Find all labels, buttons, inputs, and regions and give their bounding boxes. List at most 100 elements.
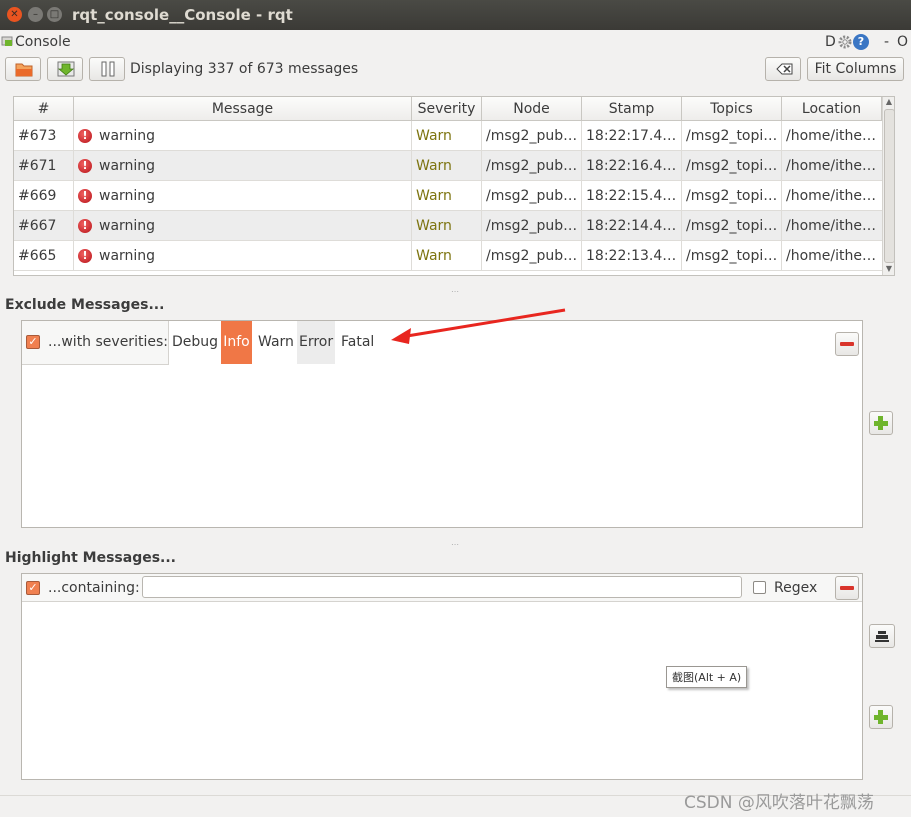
header-id[interactable]: #: [14, 97, 74, 121]
message-text: warning: [99, 158, 156, 174]
close-plugin-button[interactable]: O: [897, 34, 908, 50]
pause-button[interactable]: [89, 57, 125, 81]
header-severity[interactable]: Severity: [412, 97, 482, 121]
cell-node: /msg2_pub…: [482, 151, 582, 181]
header-topics[interactable]: Topics: [682, 97, 782, 121]
highlight-filter-row: ✓ ...containing: Regex: [22, 574, 862, 602]
header-message[interactable]: Message: [74, 97, 412, 121]
splitter-handle[interactable]: ⋯: [451, 287, 459, 296]
window-titlebar: ✕ – □ rqt_console__Console - rqt: [0, 0, 911, 30]
cell-message: ! warning: [74, 151, 412, 181]
cell-location: /home/ithe…: [786, 158, 876, 174]
cell-location: /home/ithe…: [786, 188, 876, 204]
cell-node: /msg2_pub…: [482, 241, 582, 271]
severity-fatal[interactable]: Fatal: [339, 321, 376, 364]
cell-stamp: 18:22:15.4…: [582, 181, 682, 211]
cell-message: ! warning: [74, 211, 412, 241]
warning-icon: !: [78, 129, 92, 143]
screenshot-tooltip: 截图(Alt + A): [666, 666, 748, 688]
exclude-filter-checkbox[interactable]: ✓: [26, 335, 40, 349]
filter-icon: [875, 631, 889, 642]
cell-stamp: 18:22:13.4…: [582, 241, 682, 271]
cell-node: /msg2_pub…: [482, 181, 582, 211]
gear-icon[interactable]: [837, 34, 853, 50]
table-scrollbar[interactable]: ▲ ▼: [882, 97, 894, 275]
scroll-thumb[interactable]: [884, 109, 894, 263]
header-location[interactable]: Location: [782, 97, 882, 121]
cell-id: #669: [14, 181, 74, 211]
cell-message: ! warning: [74, 121, 412, 151]
clear-icon: [776, 63, 793, 75]
scroll-down-icon[interactable]: ▼: [883, 264, 894, 274]
table-row[interactable]: #671 ! warning Warn /msg2_pub… 18:22:16.4…: [14, 151, 882, 181]
highlight-filter-checkbox[interactable]: ✓: [26, 581, 40, 595]
annotation-arrow-icon: [391, 308, 566, 344]
table-row[interactable]: #669 ! warning Warn /msg2_pub… 18:22:15.4…: [14, 181, 882, 211]
cell-severity: Warn: [412, 151, 482, 181]
remove-highlight-filter-button[interactable]: [835, 576, 859, 600]
regex-label: Regex: [774, 580, 818, 596]
plus-icon-bar: [878, 710, 883, 724]
debug-label[interactable]: D: [825, 34, 836, 50]
cell-topics: /msg2_topi…: [682, 121, 782, 151]
header-stamp[interactable]: Stamp: [582, 97, 682, 121]
cell-location: /home/ithe…: [786, 128, 876, 144]
pause-icon: [101, 61, 115, 77]
table-row[interactable]: #665 ! warning Warn /msg2_pub… 18:22:13.4…: [14, 241, 882, 271]
watermark: CSDN @风吹落叶花飘荡: [684, 793, 874, 813]
fit-columns-button[interactable]: Fit Columns: [807, 57, 904, 81]
cell-severity: Warn: [412, 121, 482, 151]
cell-stamp: 18:22:16.4…: [582, 151, 682, 181]
plugin-title: Console: [15, 34, 71, 50]
cell-stamp: 18:22:14.4…: [582, 211, 682, 241]
cell-id: #665: [14, 241, 74, 271]
custom-filter-button[interactable]: [869, 624, 895, 648]
severity-warn[interactable]: Warn: [256, 321, 296, 364]
cell-severity: Warn: [412, 211, 482, 241]
warning-icon: !: [78, 219, 92, 233]
message-text: warning: [99, 248, 156, 264]
messages-table[interactable]: # Message Severity Node Stamp Topics Loc…: [13, 96, 895, 276]
cell-id: #673: [14, 121, 74, 151]
cell-node: /msg2_pub…: [482, 121, 582, 151]
clear-button[interactable]: [765, 57, 801, 81]
severity-debug[interactable]: Debug: [170, 321, 220, 364]
message-text: warning: [99, 218, 156, 234]
table-row-partial: [14, 271, 882, 275]
help-icon[interactable]: ?: [853, 34, 869, 50]
cell-topics: /msg2_topi…: [682, 151, 782, 181]
add-highlight-filter-button[interactable]: [869, 705, 893, 729]
cell-node: /msg2_pub…: [482, 211, 582, 241]
maximize-icon[interactable]: □: [47, 7, 62, 22]
save-button[interactable]: [47, 57, 83, 81]
load-button[interactable]: [5, 57, 41, 81]
highlight-filter-label: ...containing:: [48, 580, 140, 596]
minimize-plugin-button[interactable]: -: [884, 34, 889, 50]
save-icon: [57, 61, 75, 77]
cell-topics: /msg2_topi…: [682, 211, 782, 241]
remove-exclude-filter-button[interactable]: [835, 332, 859, 356]
minimize-icon[interactable]: –: [28, 7, 43, 22]
scroll-up-icon[interactable]: ▲: [883, 97, 894, 107]
cell-stamp: 18:22:17.4…: [582, 121, 682, 151]
warning-icon: !: [78, 189, 92, 203]
regex-checkbox[interactable]: [753, 581, 766, 594]
splitter-handle-2[interactable]: ⋯: [451, 540, 459, 549]
table-row[interactable]: #667 ! warning Warn /msg2_pub… 18:22:14.4…: [14, 211, 882, 241]
plugin-icon: [1, 35, 13, 47]
severity-info[interactable]: Info: [221, 321, 252, 364]
highlight-text-input[interactable]: [142, 576, 742, 598]
exclude-filter-label: ...with severities:: [48, 334, 168, 350]
close-icon[interactable]: ✕: [7, 7, 22, 22]
severity-error[interactable]: Error: [297, 321, 336, 364]
minus-icon: [840, 586, 854, 590]
warning-icon: !: [78, 159, 92, 173]
exclude-title: Exclude Messages...: [5, 297, 165, 313]
cell-topics: /msg2_topi…: [682, 181, 782, 211]
add-exclude-filter-button[interactable]: [869, 411, 893, 435]
table-row[interactable]: #673 ! warning Warn /msg2_pub… 18:22:17.4…: [14, 121, 882, 151]
warning-icon: !: [78, 249, 92, 263]
window-title: rqt_console__Console - rqt: [72, 6, 293, 24]
cell-location: /home/ithe…: [786, 248, 876, 264]
header-node[interactable]: Node: [482, 97, 582, 121]
